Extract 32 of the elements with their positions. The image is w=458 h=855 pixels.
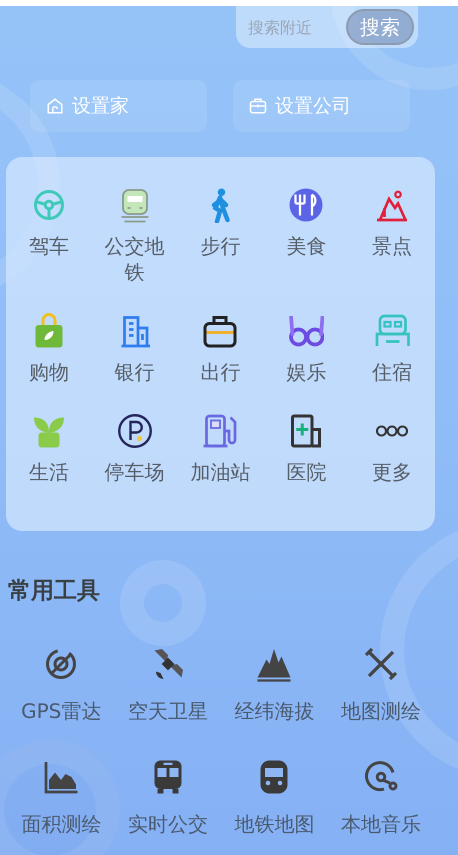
- tool-label[interactable]: 空天卫星: [128, 698, 208, 725]
- briefcase-icon: [249, 97, 267, 115]
- parking-icon[interactable]: [116, 413, 153, 449]
- category-label[interactable]: 公交地铁: [96, 233, 173, 285]
- category-label[interactable]: 更多: [372, 459, 412, 485]
- category-label[interactable]: 银行: [114, 359, 155, 385]
- tool-label[interactable]: 实时公交: [128, 811, 208, 838]
- category-label[interactable]: 步行: [200, 233, 240, 259]
- tool-label[interactable]: 地图测绘: [340, 698, 421, 725]
- house-icon: [46, 97, 64, 115]
- category-label[interactable]: 出行: [200, 359, 240, 385]
- tool-label[interactable]: 面积测绘: [21, 811, 102, 838]
- tool-label[interactable]: 地铁地图: [234, 811, 314, 838]
- area-chart-icon[interactable]: [43, 759, 80, 795]
- tool-label[interactable]: 本地音乐: [340, 811, 421, 838]
- category-label[interactable]: 医院: [286, 459, 326, 485]
- fuel-pump-icon[interactable]: [202, 413, 238, 449]
- cutlery-icon[interactable]: [288, 187, 324, 223]
- category-label[interactable]: 景点: [372, 233, 412, 259]
- glasses-icon[interactable]: [288, 313, 324, 349]
- tool-label[interactable]: GPS雷达: [21, 698, 102, 725]
- category-label[interactable]: 娱乐: [286, 359, 326, 385]
- tool-label[interactable]: 经纬海拔: [234, 698, 314, 725]
- category-label[interactable]: 生活: [28, 459, 69, 485]
- section-title: 常用工具: [8, 577, 101, 606]
- category-label[interactable]: 驾车: [28, 233, 69, 259]
- category-label[interactable]: 停车场: [104, 459, 165, 485]
- briefcase-icon[interactable]: [202, 313, 238, 349]
- category-label[interactable]: 购物: [28, 359, 69, 385]
- category-label[interactable]: 美食: [286, 233, 326, 259]
- category-label[interactable]: 住宿: [372, 359, 412, 385]
- category-label[interactable]: 加油站: [190, 459, 250, 485]
